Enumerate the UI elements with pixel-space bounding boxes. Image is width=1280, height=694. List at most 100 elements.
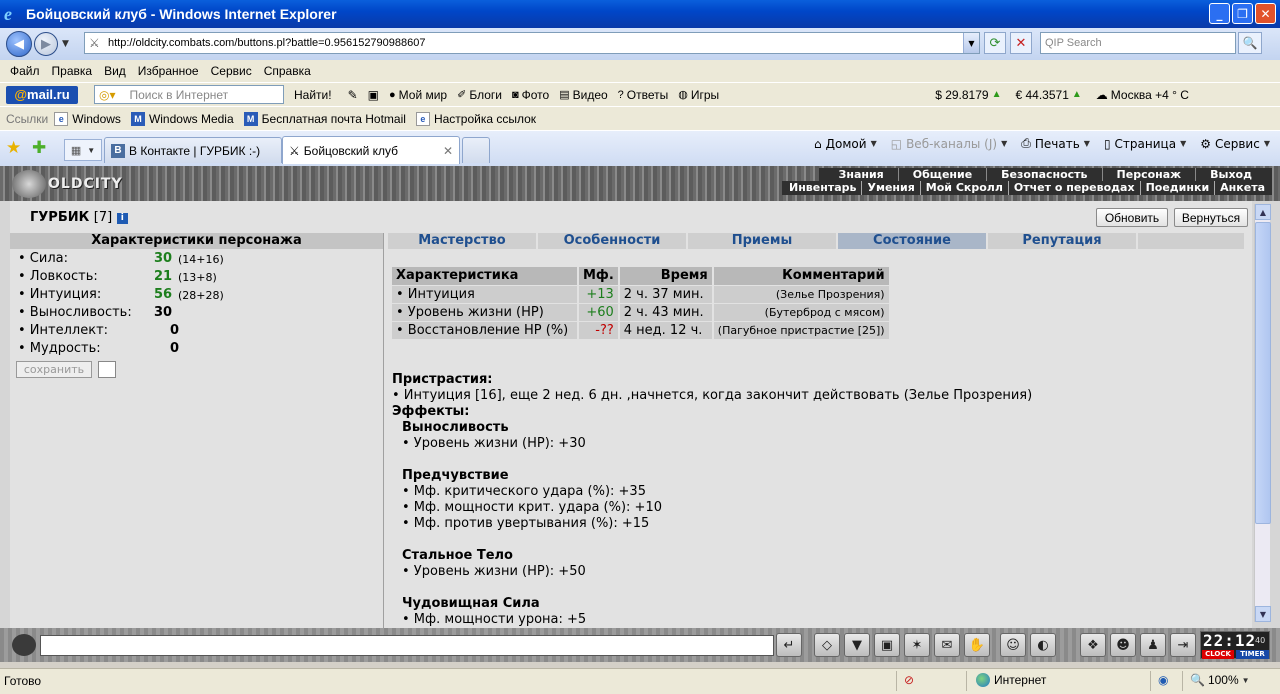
add-favorite-icon[interactable]: ✚ xyxy=(32,138,46,158)
subnav-transfer-report[interactable]: Отчет о переводах xyxy=(1007,181,1140,195)
filter-icon[interactable]: ▼ xyxy=(844,633,870,657)
toolbar-video[interactable]: ▤ Видео xyxy=(559,88,607,102)
refresh-button[interactable]: Обновить xyxy=(1096,208,1168,227)
menu-edit[interactable]: Правка xyxy=(52,64,93,78)
favorites-star-icon[interactable]: ★ xyxy=(6,138,21,158)
tab-fight-club[interactable]: ⚔ Бойцовский клуб ✕ xyxy=(282,136,460,164)
highlight-icon[interactable]: ✎ xyxy=(348,88,358,102)
usd-rate[interactable]: $ 29.8179 ▲ xyxy=(935,88,1001,102)
nav-knowledge[interactable]: Знания xyxy=(825,168,898,181)
menu-help[interactable]: Справка xyxy=(264,64,311,78)
hand-icon[interactable]: ✋ xyxy=(964,633,990,657)
stop-icon[interactable]: ✕ xyxy=(1010,32,1032,54)
chevron-down-icon[interactable]: ▼ xyxy=(1180,139,1186,148)
tab-state[interactable]: Состояние xyxy=(838,233,988,249)
popup-blocked-icon[interactable]: ⊘ xyxy=(904,673,914,687)
eraser-icon[interactable]: ◇ xyxy=(814,633,840,657)
refresh-icon[interactable]: ⟳ xyxy=(984,32,1006,54)
toolbar-my-world[interactable]: ● Мой мир xyxy=(389,88,447,102)
people-icon[interactable]: ♟ xyxy=(1140,633,1166,657)
search-page-icon[interactable]: ▣ xyxy=(368,88,379,102)
tab-vkontakte[interactable]: В В Контакте | ГУРБИК :-) xyxy=(104,137,282,163)
mailru-search-input[interactable]: ◎▾ Поиск в Интернет xyxy=(94,85,284,104)
scrollbar-thumb[interactable] xyxy=(1255,222,1271,524)
mask-icon[interactable]: ☻ xyxy=(1110,633,1136,657)
forward-button[interactable]: ▶ xyxy=(34,32,58,56)
exit-door-icon[interactable]: ⇥ xyxy=(1170,633,1196,657)
chevron-down-icon[interactable]: ▼ xyxy=(1001,139,1007,148)
link-windows[interactable]: e Windows xyxy=(54,111,121,126)
scroll-icon[interactable]: ✉ xyxy=(934,633,960,657)
subnav-fights[interactable]: Поединки xyxy=(1139,181,1215,195)
save-button[interactable]: сохранить xyxy=(16,361,92,378)
link-customize[interactable]: e Настройка ссылок xyxy=(415,111,536,126)
monitor-icon[interactable]: ▣ xyxy=(874,633,900,657)
address-url[interactable]: http://oldcity.combats.com/buttons.pl?ba… xyxy=(108,37,426,49)
qip-search-input[interactable]: QIP Search xyxy=(1040,32,1236,54)
zoom-level[interactable]: 🔍 100% ▼ xyxy=(1190,673,1250,687)
chat-input[interactable] xyxy=(40,635,774,656)
mailru-logo[interactable]: @ mail.ru xyxy=(6,85,78,104)
back-button[interactable]: Вернуться xyxy=(1174,208,1248,227)
back-button[interactable]: ◀ xyxy=(6,31,32,57)
protected-mode-icon[interactable]: ◉ xyxy=(1158,673,1168,687)
menu-tools[interactable]: Сервис xyxy=(211,64,252,78)
oldcity-logo[interactable]: OLDCITY xyxy=(12,170,123,198)
subnav-inventory[interactable]: Инвентарь xyxy=(784,181,861,195)
page-scrollbar[interactable]: ▲ ▼ xyxy=(1254,204,1271,622)
fighter-icon[interactable]: ✶ xyxy=(904,633,930,657)
search-icon[interactable]: 🔍 xyxy=(1238,32,1262,54)
chevron-down-icon[interactable]: ▼ xyxy=(1264,139,1270,148)
scroll-down-icon[interactable]: ▼ xyxy=(1255,606,1271,622)
tab-features[interactable]: Особенности xyxy=(538,233,688,249)
info-icon[interactable]: i xyxy=(116,213,128,224)
address-dropdown-icon[interactable]: ▼ xyxy=(963,33,979,53)
close-button[interactable]: ✕ xyxy=(1255,3,1276,24)
chevron-down-icon[interactable]: ▼ xyxy=(871,139,877,148)
address-bar[interactable]: ⚔ http://oldcity.combats.com/buttons.pl?… xyxy=(84,32,980,54)
toolbar-games[interactable]: ◍ Игры xyxy=(678,88,719,102)
feeds-button[interactable]: ◱ Веб-каналы (J) ▼ xyxy=(891,137,1008,151)
weather[interactable]: ☁ Москва +4 ° C xyxy=(1096,88,1189,102)
quick-tabs-button[interactable]: ▦ ▼ xyxy=(64,139,102,161)
timer-label[interactable]: TIMER xyxy=(1236,650,1269,659)
nav-exit[interactable]: Выход xyxy=(1195,168,1266,181)
print-button[interactable]: ⎙ Печать ▼ xyxy=(1021,136,1090,151)
security-zone[interactable]: Интернет xyxy=(976,673,1046,687)
send-icon[interactable]: ↵ xyxy=(776,633,802,657)
close-tab-icon[interactable]: ✕ xyxy=(443,144,453,158)
page-button[interactable]: ▯ Страница ▼ xyxy=(1104,137,1186,151)
bag-icon[interactable]: ❖ xyxy=(1080,633,1106,657)
tools-button[interactable]: ⚙ Сервис ▼ xyxy=(1200,137,1270,151)
chevron-down-icon[interactable]: ▼ xyxy=(1084,139,1090,148)
new-tab-button[interactable] xyxy=(462,137,490,163)
toolbar-answers[interactable]: ? Ответы xyxy=(618,88,669,102)
toolbar-blogs[interactable]: ✐ Блоги xyxy=(457,88,502,102)
smiley-icon[interactable]: ☺ xyxy=(1000,633,1026,657)
nav-communication[interactable]: Общение xyxy=(897,168,986,181)
link-windows-media[interactable]: M Windows Media xyxy=(130,111,234,126)
save-checkbox[interactable] xyxy=(98,361,116,378)
subnav-my-scroll[interactable]: Мой Скролл xyxy=(919,181,1008,195)
link-hotmail[interactable]: M Бесплатная почта Hotmail xyxy=(243,111,406,126)
subnav-profile[interactable]: Анкета xyxy=(1214,181,1270,195)
minimize-button[interactable]: _ xyxy=(1209,3,1230,24)
chevron-down-icon[interactable]: ▼ xyxy=(1242,676,1250,685)
menu-favorites[interactable]: Избранное xyxy=(138,64,199,78)
eur-rate[interactable]: € 44.3571 ▲ xyxy=(1015,88,1081,102)
home-button[interactable]: ⌂ Домой ▼ xyxy=(814,137,877,151)
tab-reputation[interactable]: Репутация xyxy=(988,233,1138,249)
tab-techniques[interactable]: Приемы xyxy=(688,233,838,249)
maximize-button[interactable]: ❐ xyxy=(1232,3,1253,24)
helmet-icon[interactable]: ◐ xyxy=(1030,633,1056,657)
find-button[interactable]: Найти! xyxy=(294,88,332,102)
subnav-skills[interactable]: Умения xyxy=(861,181,919,195)
nav-character[interactable]: Персонаж xyxy=(1101,168,1196,181)
clock-label[interactable]: CLOCK xyxy=(1202,650,1234,659)
nav-security[interactable]: Безопасность xyxy=(986,168,1101,181)
tab-mastery[interactable]: Мастерство xyxy=(388,233,538,249)
history-dropdown-icon[interactable]: ▼ xyxy=(62,39,69,49)
menu-file[interactable]: Файл xyxy=(10,64,40,78)
scroll-up-icon[interactable]: ▲ xyxy=(1255,204,1271,220)
head-icon[interactable] xyxy=(12,634,36,656)
